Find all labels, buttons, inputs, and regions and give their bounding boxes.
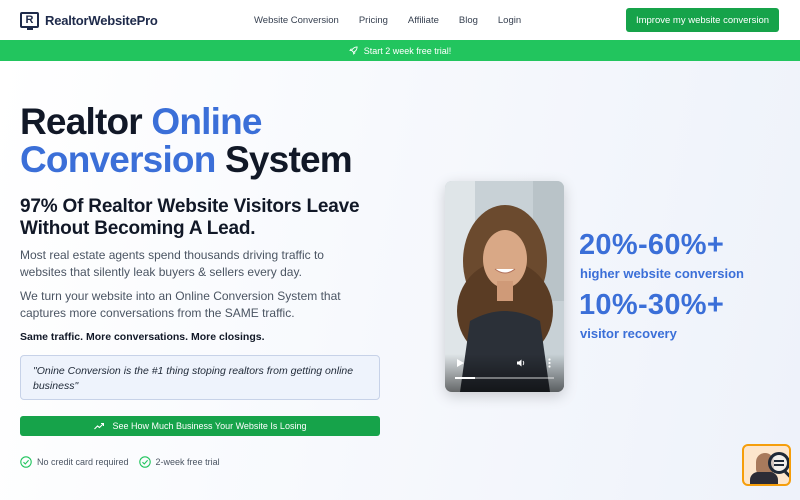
video-player[interactable] — [445, 181, 564, 392]
see-business-loss-button[interactable]: See How Much Business Your Website Is Lo… — [20, 416, 380, 436]
nav-link-affiliate[interactable]: Affiliate — [408, 15, 439, 26]
check-label: 2-week free trial — [155, 457, 220, 467]
video-progress-bar[interactable] — [455, 377, 554, 379]
logo-text: RealtorWebsitePro — [45, 12, 158, 28]
headline-part-1: Realtor — [20, 101, 152, 142]
check-circle-icon — [138, 456, 151, 468]
volume-icon[interactable] — [517, 359, 526, 367]
free-trial-banner[interactable]: Start 2 week free trial! — [0, 40, 800, 61]
logo-icon: R — [20, 12, 39, 30]
rocket-icon — [348, 46, 358, 55]
nav-link-login[interactable]: Login — [498, 15, 521, 26]
hero-paragraph-2: We turn your website into an Online Conv… — [20, 289, 341, 320]
nav-link-pricing[interactable]: Pricing — [359, 15, 388, 26]
magnifier-lines — [774, 460, 784, 462]
stat-label-conversion: higher website conversion — [580, 266, 744, 281]
hero-subheadline: 97% Of Realtor Website Visitors Leave Wi… — [20, 196, 360, 239]
nav-link-website-conversion[interactable]: Website Conversion — [254, 15, 339, 26]
banner-text: Start 2 week free trial! — [363, 45, 452, 56]
agent-avatar-body — [750, 472, 778, 484]
hero-paragraph-1: Most real estate agents spend thousands … — [20, 248, 324, 279]
chat-widget-button[interactable] — [742, 444, 791, 486]
more-options-icon[interactable] — [548, 358, 551, 368]
check-item-no-credit-card: No credit card required — [20, 456, 129, 468]
stat-value-conversion: 20%-60%+ — [579, 229, 725, 261]
top-navbar: R RealtorWebsitePro Website Conversion P… — [0, 0, 800, 40]
logo[interactable]: R RealtorWebsitePro — [20, 12, 158, 30]
video-progress-fill — [455, 377, 475, 379]
hero-quote: "Onine Conversion is the #1 thing stopin… — [20, 355, 380, 400]
check-item-free-trial: 2-week free trial — [138, 456, 220, 468]
improve-conversion-button[interactable]: Improve my website conversion — [626, 8, 779, 32]
nav-link-blog[interactable]: Blog — [459, 15, 478, 26]
headline-part-2: System — [215, 139, 353, 180]
headline-highlight-conversion: Conversion — [20, 139, 216, 180]
check-circle-icon — [20, 456, 32, 468]
cta-label: See How Much Business Your Website Is Lo… — [112, 421, 307, 431]
play-icon[interactable] — [457, 359, 464, 367]
magnifier-handle — [784, 470, 789, 479]
stat-value-recovery: 10%-30%+ — [579, 289, 725, 321]
trending-up-icon — [93, 422, 104, 430]
hero-tagline: Same traffic. More conversations. More c… — [20, 331, 265, 343]
hero-headline: Realtor Online Conversion System — [20, 103, 440, 179]
nav-links: Website Conversion Pricing Affiliate Blo… — [254, 0, 541, 40]
stat-label-recovery: visitor recovery — [580, 326, 677, 341]
trust-checks: No credit card required 2-week free tria… — [20, 456, 220, 468]
headline-highlight-online: Online — [151, 101, 262, 142]
check-label: No credit card required — [37, 457, 129, 467]
